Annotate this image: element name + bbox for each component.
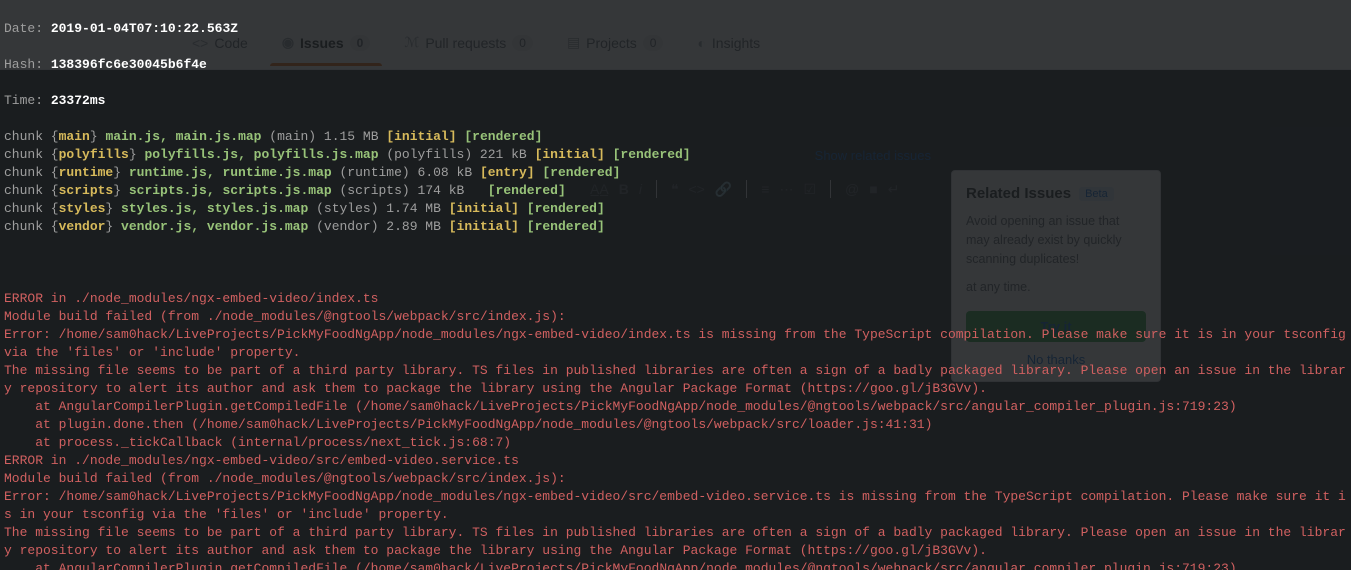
terminal-output: Date: 2019-01-04T07:10:22.563Z Hash: 138… <box>0 0 1351 570</box>
compile-errors: ERROR in ./node_modules/ngx-embed-video/… <box>4 290 1347 570</box>
chunk-line: chunk {scripts} scripts.js, scripts.js.m… <box>4 182 1347 200</box>
build-date: Date: 2019-01-04T07:10:22.563Z <box>4 20 1347 38</box>
chunk-line: chunk {runtime} runtime.js, runtime.js.m… <box>4 164 1347 182</box>
chunk-line: chunk {vendor} vendor.js, vendor.js.map … <box>4 218 1347 236</box>
chunk-line: chunk {polyfills} polyfills.js, polyfill… <box>4 146 1347 164</box>
chunk-line: chunk {main} main.js, main.js.map (main)… <box>4 128 1347 146</box>
build-time: Time: 23372ms <box>4 92 1347 110</box>
chunk-line: chunk {styles} styles.js, styles.js.map … <box>4 200 1347 218</box>
build-hash: Hash: 138396fc6e30045b6f4e <box>4 56 1347 74</box>
webpack-chunks: chunk {main} main.js, main.js.map (main)… <box>4 128 1347 236</box>
